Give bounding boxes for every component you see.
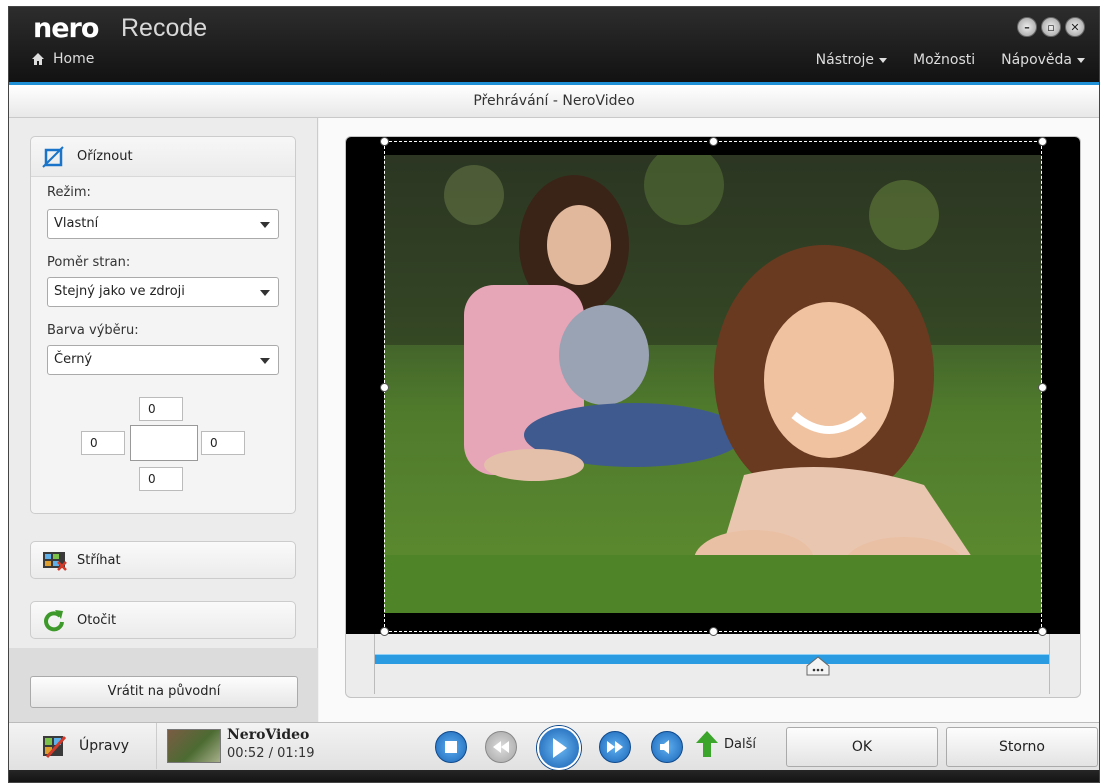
page-title: Přehrávání - NeroVideo: [9, 85, 1099, 118]
crop-header[interactable]: Oříznout: [31, 137, 295, 177]
reset-area: Vrátit na původní: [9, 648, 318, 722]
rotate-label: Otočit: [77, 612, 117, 628]
crop-handle-left[interactable]: [380, 383, 389, 392]
bottom-bar: Úpravy NeroVideo 00:52 / 01:19 Další OK …: [9, 722, 1099, 782]
fast-forward-icon: [607, 741, 623, 753]
restore-icon[interactable]: ▫: [1041, 17, 1061, 37]
chevron-down-icon: [879, 57, 888, 63]
fast-forward-button[interactable]: [599, 731, 631, 763]
rewind-button[interactable]: [485, 731, 517, 763]
chevron-down-icon: [1077, 57, 1085, 63]
crop-panel: Oříznout Režim: Vlastní Poměr stran: Ste…: [30, 136, 296, 514]
rotate-icon: [44, 610, 64, 632]
video-frame: [345, 136, 1081, 698]
crop-handle-top-right[interactable]: [1038, 137, 1047, 146]
window-controls: – ▫ ✕: [1017, 17, 1085, 37]
margin-top-input[interactable]: 0: [139, 397, 183, 421]
edit-sidebar: Oříznout Režim: Vlastní Poměr stran: Ste…: [9, 118, 318, 722]
chevron-down-icon: [260, 290, 270, 296]
menu-options[interactable]: Možnosti: [913, 52, 975, 68]
crop-selection[interactable]: [384, 141, 1042, 632]
clip-time: 00:52 / 01:19: [227, 746, 315, 761]
crop-handle-top[interactable]: [709, 137, 718, 146]
close-icon[interactable]: ✕: [1065, 17, 1085, 37]
menu-tools-label: Nástroje: [815, 52, 875, 68]
ok-button[interactable]: OK: [786, 727, 938, 767]
home-icon: [32, 53, 44, 65]
title-bar: nero Recode – ▫ ✕ Home Nástroje Možnosti…: [9, 7, 1099, 85]
arrow-up-icon: [696, 731, 718, 757]
rotate-button[interactable]: Otočit: [30, 601, 296, 639]
margin-bottom-input[interactable]: 0: [139, 467, 183, 491]
margin-left-input[interactable]: 0: [81, 431, 125, 455]
next-button[interactable]: Další: [696, 731, 756, 757]
menu-tools[interactable]: Nástroje: [815, 52, 888, 68]
menu-help[interactable]: Nápověda: [1001, 52, 1085, 68]
rewind-icon: [493, 741, 509, 753]
reset-button[interactable]: Vrátit na původní: [30, 676, 298, 708]
chevron-down-icon: [260, 358, 270, 364]
aspect-label: Poměr stran:: [47, 255, 131, 270]
play-button[interactable]: [537, 726, 581, 770]
edits-label: Úpravy: [79, 738, 130, 754]
cut-button[interactable]: Stříhat: [30, 541, 296, 579]
volume-button[interactable]: [651, 731, 683, 763]
color-value: Černý: [54, 352, 93, 367]
preview-area: [319, 118, 1099, 722]
main-menu: Nástroje Možnosti Nápověda: [816, 52, 1085, 68]
app-name: Recode: [121, 14, 208, 42]
home-link[interactable]: Home: [31, 51, 94, 67]
chevron-down-icon: [260, 222, 270, 228]
edits-button[interactable]: Úpravy: [9, 723, 157, 769]
crop-title: Oříznout: [77, 149, 133, 164]
aspect-select[interactable]: Stejný jako ve zdroji: [47, 277, 279, 307]
brand-logo: nero: [33, 13, 99, 44]
margin-right-input[interactable]: 0: [201, 431, 245, 455]
menu-options-label: Možnosti: [913, 52, 976, 68]
aspect-value: Stejný jako ve zdroji: [54, 284, 185, 299]
color-label: Barva výběru:: [47, 323, 139, 338]
menu-help-label: Nápověda: [1001, 52, 1072, 68]
crop-preview-box: [130, 425, 198, 461]
speaker-icon: [660, 740, 669, 754]
mode-label: Režim:: [47, 185, 91, 200]
stop-icon: [445, 741, 457, 753]
timeline-track[interactable]: [375, 654, 1049, 664]
crop-handle-top-left[interactable]: [380, 137, 389, 146]
mode-select[interactable]: Vlastní: [47, 209, 279, 239]
app-window: nero Recode – ▫ ✕ Home Nástroje Možnosti…: [8, 6, 1100, 783]
timeline-thumb-icon[interactable]: [805, 656, 831, 676]
next-label: Další: [724, 736, 756, 752]
color-select[interactable]: Černý: [47, 345, 279, 375]
bottom-strip: [9, 770, 1099, 782]
crop-handle-right[interactable]: [1038, 383, 1047, 392]
home-label: Home: [53, 51, 95, 67]
timeline[interactable]: [374, 634, 1050, 694]
edit-icon: [43, 735, 67, 759]
mode-value: Vlastní: [54, 216, 99, 231]
cancel-button[interactable]: Storno: [946, 727, 1098, 767]
cut-label: Stříhat: [77, 552, 121, 568]
video-canvas: [346, 137, 1080, 636]
play-icon: [553, 738, 567, 758]
clip-thumbnail: [167, 729, 221, 763]
minimize-icon[interactable]: –: [1017, 17, 1037, 37]
stop-button[interactable]: [435, 731, 467, 763]
film-cut-icon: [43, 552, 67, 571]
crop-icon: [42, 145, 64, 168]
clip-name: NeroVideo: [227, 727, 310, 743]
